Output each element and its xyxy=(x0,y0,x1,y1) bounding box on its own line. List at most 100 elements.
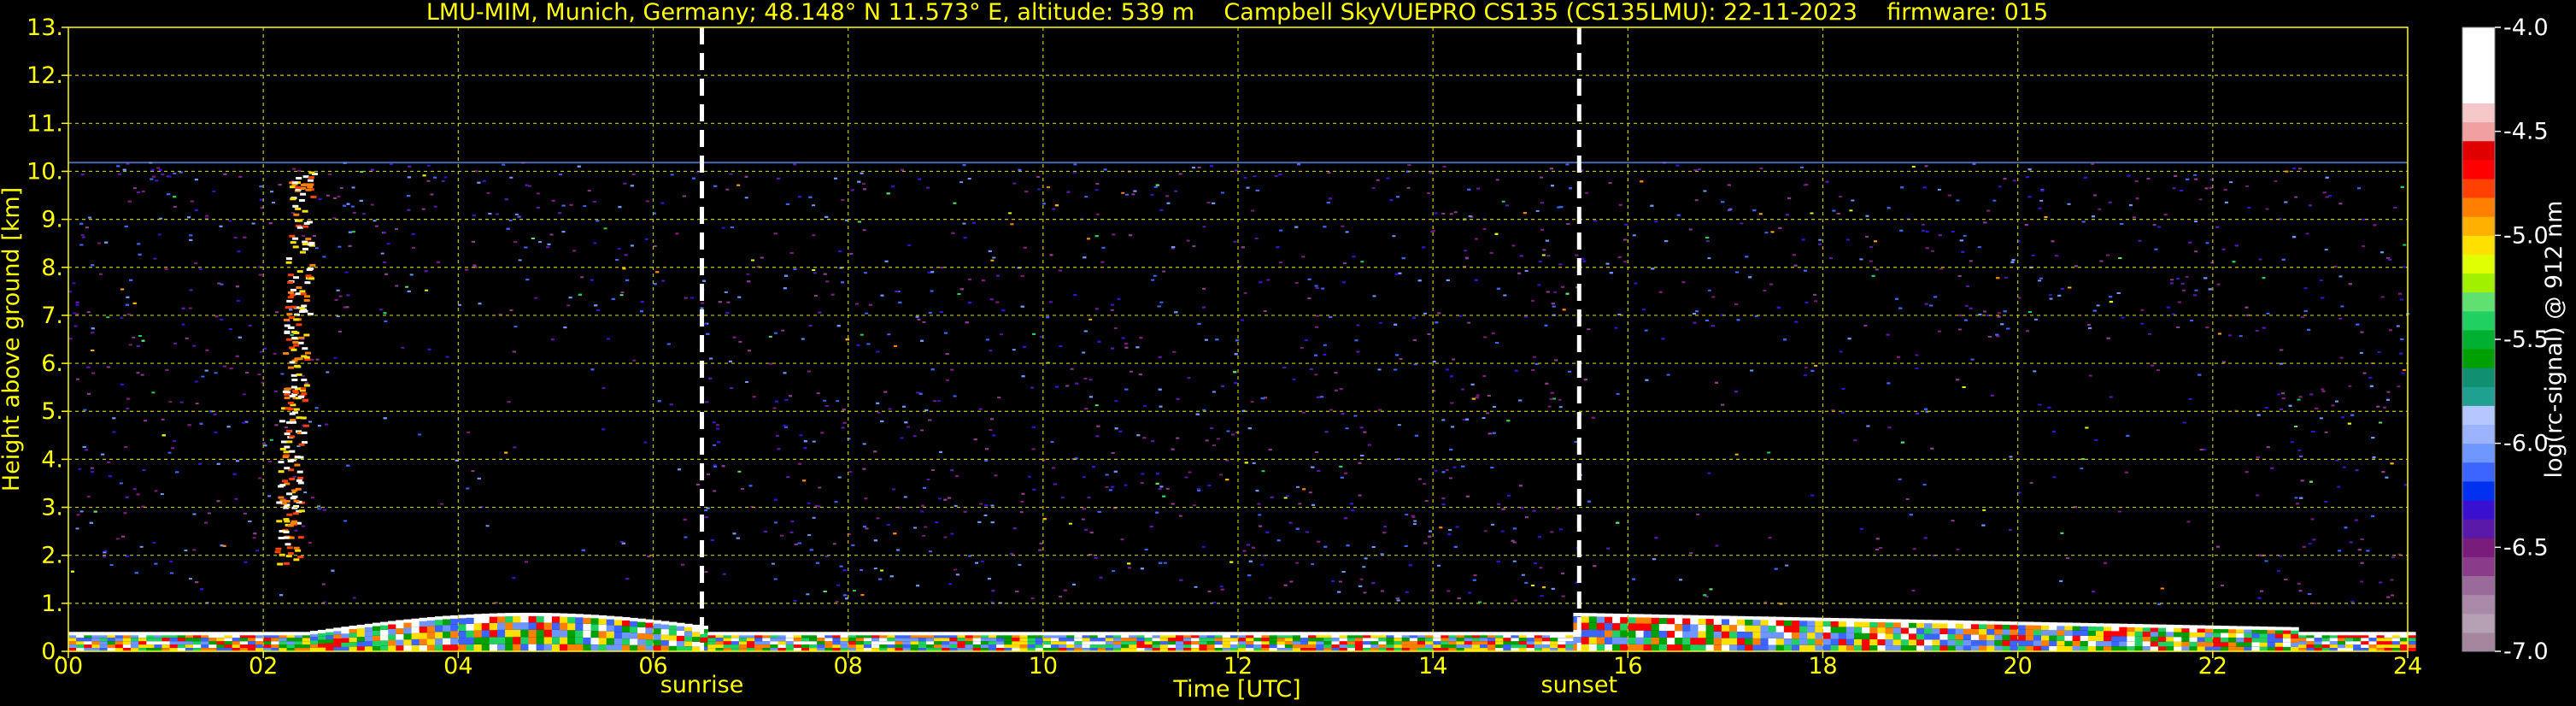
noise-speck xyxy=(1321,287,1325,290)
noise-speck xyxy=(839,565,843,568)
cloud-speck xyxy=(297,481,304,485)
noise-speck xyxy=(736,537,740,539)
noise-speck xyxy=(1644,329,1648,332)
noise-speck xyxy=(1465,495,1470,497)
noise-speck xyxy=(1432,361,1436,362)
noise-speck xyxy=(531,238,535,239)
boundary-layer-cell xyxy=(560,622,568,631)
noise-speck xyxy=(245,372,249,374)
noise-speck xyxy=(407,195,411,197)
noise-speck xyxy=(538,241,543,244)
noise-speck xyxy=(1295,562,1300,564)
noise-speck xyxy=(161,174,165,176)
noise-speck xyxy=(842,409,846,411)
noise-speck xyxy=(1482,417,1486,419)
noise-speck xyxy=(79,510,84,513)
noise-speck xyxy=(937,497,942,500)
noise-speck xyxy=(1135,346,1140,349)
boundary-layer-cell xyxy=(606,631,615,638)
noise-speck xyxy=(103,550,108,552)
boundary-layer-cell xyxy=(560,615,568,623)
noise-speck xyxy=(1052,467,1056,469)
boundary-layer-cell xyxy=(762,644,771,648)
cloud-speck xyxy=(306,268,313,271)
cloud-speck xyxy=(301,392,308,396)
noise-speck xyxy=(1329,315,1333,318)
noise-speck xyxy=(2348,283,2352,285)
boundary-layer-cell xyxy=(887,644,895,648)
noise-speck xyxy=(745,381,748,383)
noise-speck xyxy=(886,192,890,195)
noise-speck xyxy=(274,424,279,427)
boundary-layer-cell xyxy=(551,622,560,630)
noise-speck xyxy=(928,419,932,421)
boundary-layer-cell xyxy=(364,631,373,637)
noise-speck xyxy=(348,244,352,247)
noise-speck xyxy=(1497,503,1500,505)
boundary-layer-cell xyxy=(902,644,912,648)
noise-speck xyxy=(1915,368,1919,369)
noise-speck xyxy=(866,343,871,345)
noise-speck xyxy=(1865,235,1869,238)
noise-speck xyxy=(86,311,91,314)
boundary-layer-top xyxy=(598,615,607,619)
noise-speck xyxy=(1153,274,1157,277)
noise-speck xyxy=(930,271,935,274)
noise-speck xyxy=(865,527,869,530)
boundary-layer-cell xyxy=(918,641,927,645)
cloud-speck xyxy=(278,461,285,464)
noise-speck xyxy=(1010,223,1014,226)
noise-speck xyxy=(112,431,116,433)
boundary-layer-cell xyxy=(513,615,521,623)
noise-speck xyxy=(2310,518,2315,521)
boundary-layer-cell xyxy=(247,638,256,642)
noise-speck xyxy=(1538,261,1542,262)
noise-speck xyxy=(1654,537,1658,539)
noise-speck xyxy=(1378,409,1382,411)
noise-speck xyxy=(478,303,482,305)
noise-speck xyxy=(1464,250,1468,252)
noise-speck xyxy=(1437,564,1441,567)
noise-speck xyxy=(862,468,866,470)
boundary-layer-cell xyxy=(68,638,77,642)
boundary-layer-cell xyxy=(660,629,670,635)
noise-speck xyxy=(333,356,337,359)
noise-speck xyxy=(546,246,550,249)
boundary-layer-cell xyxy=(707,644,716,648)
noise-speck xyxy=(1301,411,1306,414)
boundary-layer-cell xyxy=(131,638,139,642)
noise-speck xyxy=(1315,286,1319,289)
boundary-layer-cell xyxy=(185,638,194,642)
noise-speck xyxy=(1252,546,1255,549)
boundary-layer-top xyxy=(622,617,631,621)
noise-speck xyxy=(1869,260,1873,262)
noise-speck xyxy=(170,572,174,574)
boundary-layer-cell xyxy=(949,644,958,648)
noise-speck xyxy=(1996,277,2000,279)
noise-speck xyxy=(409,274,414,276)
noise-speck xyxy=(1274,175,1278,177)
noise-speck xyxy=(2194,289,2198,291)
noise-speck xyxy=(836,584,841,586)
noise-speck xyxy=(1254,238,1259,239)
noise-speck xyxy=(75,303,79,306)
noise-speck xyxy=(359,199,363,202)
noise-speck xyxy=(278,184,282,186)
boundary-layer-cell xyxy=(613,632,623,638)
noise-speck xyxy=(1585,191,1589,194)
noise-speck xyxy=(2008,529,2012,532)
boundary-layer-top xyxy=(513,613,521,616)
cloud-speck xyxy=(296,270,303,274)
noise-speck xyxy=(267,495,272,497)
boundary-layer-cell xyxy=(161,638,171,642)
noise-speck xyxy=(1983,221,1987,224)
noise-speck xyxy=(1315,326,1319,328)
noise-speck xyxy=(1734,391,1738,393)
boundary-layer-cell xyxy=(528,622,537,630)
noise-speck xyxy=(126,296,130,298)
boundary-layer-cell xyxy=(294,638,303,642)
noise-speck xyxy=(1353,415,1358,417)
noise-speck xyxy=(1378,321,1382,324)
noise-speck xyxy=(953,202,957,204)
noise-speck xyxy=(1194,585,1198,588)
